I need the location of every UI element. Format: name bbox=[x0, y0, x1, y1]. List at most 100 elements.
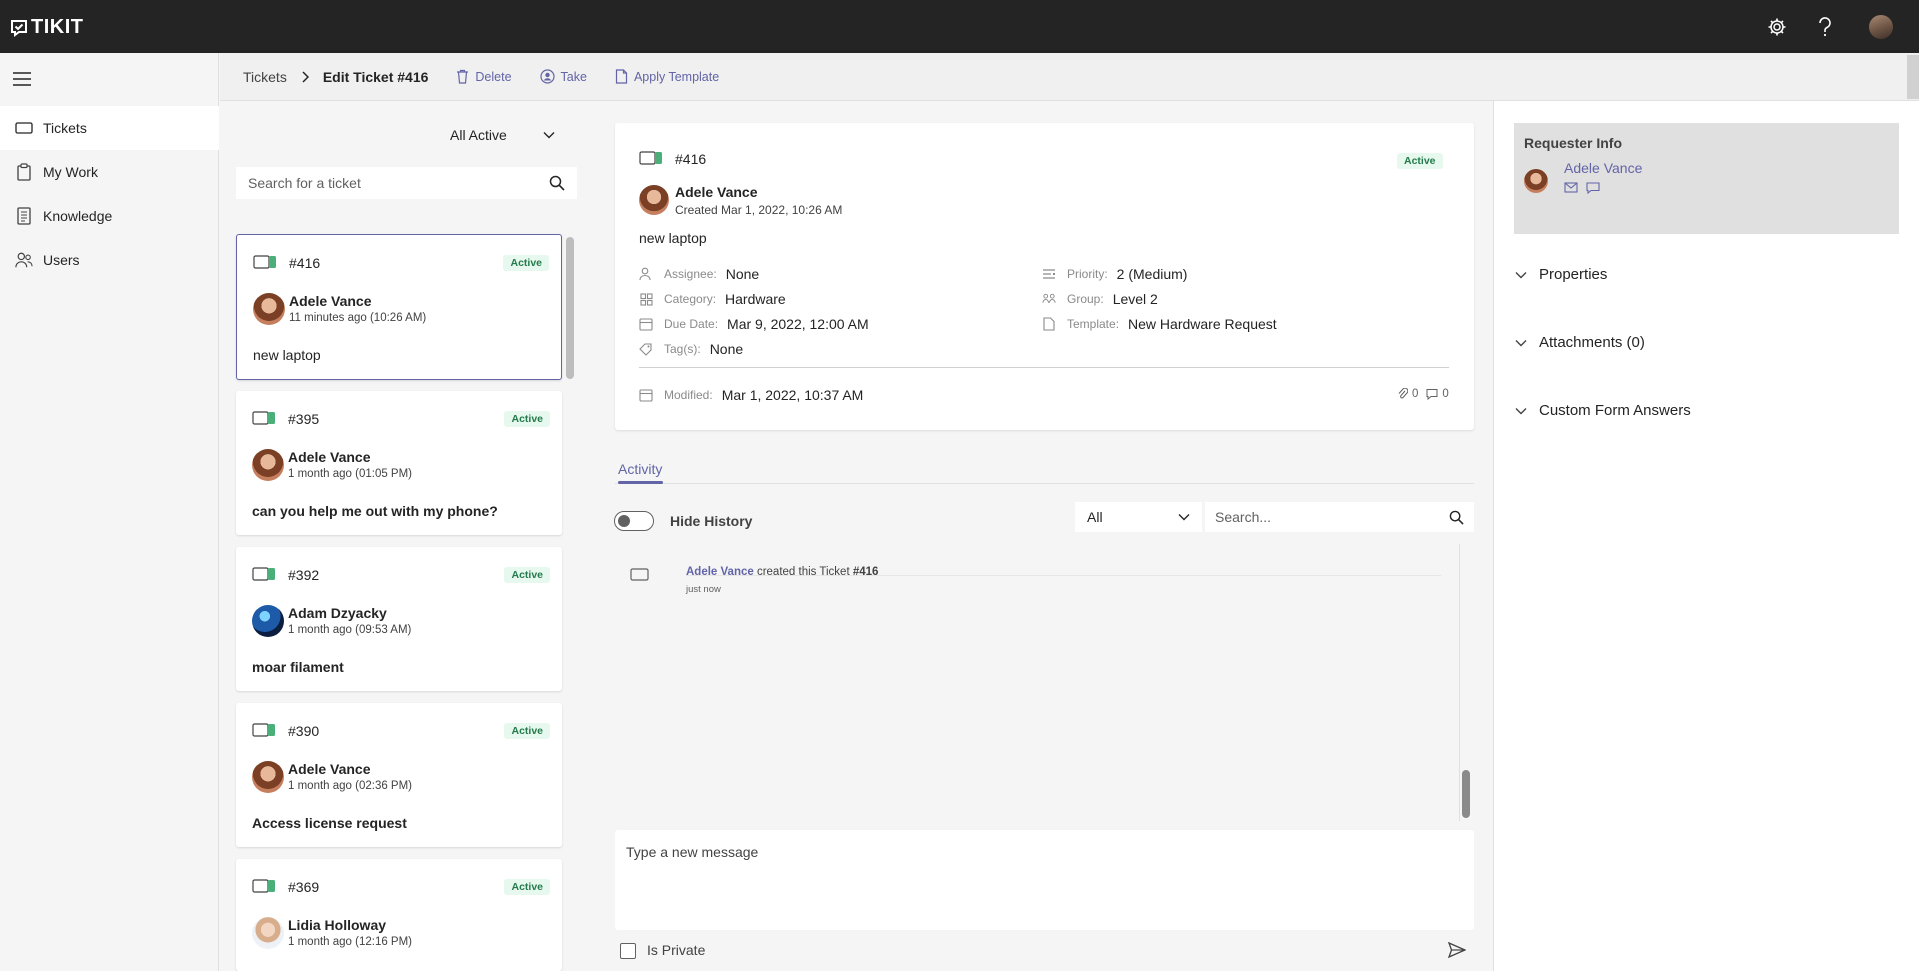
category-label: Category: bbox=[664, 292, 717, 306]
clipboard-icon bbox=[15, 163, 33, 181]
nav-item-tickets[interactable]: Tickets bbox=[0, 106, 219, 150]
nav-item-label: Knowledge bbox=[43, 208, 113, 224]
attachments-count: 0 bbox=[1412, 388, 1419, 400]
take-button[interactable]: Take bbox=[539, 69, 587, 84]
activity-filter-dropdown[interactable]: All bbox=[1075, 502, 1202, 532]
status-badge: Active bbox=[503, 255, 549, 271]
requester-name: Adele Vance bbox=[288, 761, 371, 777]
search-icon[interactable] bbox=[549, 175, 565, 191]
breadcrumb-tickets[interactable]: Tickets bbox=[243, 69, 287, 85]
avatar bbox=[252, 449, 284, 481]
delete-button[interactable]: Delete bbox=[456, 69, 512, 84]
assignee-value: None bbox=[725, 266, 760, 282]
ticket-search-input[interactable]: Search for a ticket bbox=[236, 167, 577, 199]
requester-info-title: Requester Info bbox=[1524, 135, 1623, 151]
status-badge[interactable]: Active bbox=[1397, 153, 1443, 169]
status-badge: Active bbox=[504, 411, 550, 427]
chevron-down-icon bbox=[543, 132, 555, 139]
delete-label: Delete bbox=[475, 69, 512, 84]
hide-history-toggle[interactable] bbox=[614, 511, 654, 531]
activity-search-input[interactable]: Search... bbox=[1205, 502, 1474, 532]
ticket-card[interactable]: #416 Active Adele Vance 11 minutes ago (… bbox=[236, 234, 562, 380]
nav-item-knowledge[interactable]: Knowledge bbox=[0, 194, 219, 238]
ticket-title[interactable]: new laptop bbox=[639, 230, 707, 246]
tags-field[interactable]: Tag(s): None bbox=[639, 341, 743, 357]
chevron-down-icon bbox=[1515, 339, 1527, 346]
toggle-knob bbox=[618, 515, 630, 527]
section-label: Attachments (0) bbox=[1539, 334, 1645, 351]
trash-icon bbox=[457, 69, 469, 84]
avatar bbox=[252, 917, 284, 949]
requester-info-card: Requester Info Adele Vance bbox=[1514, 123, 1899, 234]
ticket-card[interactable]: #392 Active Adam Dzyacky 1 month ago (09… bbox=[236, 547, 562, 691]
logo-icon bbox=[11, 19, 27, 37]
category-field[interactable]: Category: Hardware bbox=[639, 291, 786, 307]
tab-activity[interactable]: Activity bbox=[618, 461, 662, 477]
search-icon[interactable] bbox=[1449, 510, 1464, 525]
group-icon bbox=[1042, 292, 1056, 306]
ticket-id: #395 bbox=[288, 411, 320, 427]
group-field[interactable]: Group: Level 2 bbox=[1042, 291, 1158, 307]
ticket-title: moar filament bbox=[252, 659, 344, 675]
help-icon[interactable] bbox=[1812, 14, 1838, 40]
template-field[interactable]: Template: New Hardware Request bbox=[1042, 316, 1277, 332]
ticket-card[interactable]: #390 Active Adele Vance 1 month ago (02:… bbox=[236, 703, 562, 847]
activity-action: created this Ticket bbox=[753, 566, 853, 578]
top-bar: TIKIT bbox=[0, 0, 1919, 53]
scrollbar[interactable] bbox=[1907, 55, 1919, 99]
hamburger-menu-icon[interactable] bbox=[12, 71, 32, 87]
priority-field[interactable]: Priority: 2 (Medium) bbox=[1042, 266, 1187, 282]
avatar bbox=[252, 605, 284, 637]
ticket-filter-dropdown[interactable]: All Active bbox=[450, 127, 555, 143]
ticket-card[interactable]: #369 Active Lidia Holloway 1 month ago (… bbox=[236, 859, 562, 971]
apply-template-button[interactable]: Apply Template bbox=[615, 69, 719, 84]
activity-user-link[interactable]: Adele Vance bbox=[686, 566, 754, 578]
priority-label: Priority: bbox=[1067, 267, 1108, 281]
app-logo[interactable]: TIKIT bbox=[10, 16, 84, 39]
ticket-list-scrollbar[interactable] bbox=[566, 237, 574, 379]
person-circle-icon bbox=[539, 69, 555, 84]
properties-section-toggle[interactable]: Properties bbox=[1515, 266, 1607, 283]
nav-item-my-work[interactable]: My Work bbox=[0, 150, 219, 194]
ticket-counts: 0 0 bbox=[1398, 388, 1449, 400]
requester-name: Adele Vance bbox=[289, 293, 372, 309]
activity-feed bbox=[615, 544, 1460, 821]
message-input[interactable]: Type a new message bbox=[615, 830, 1474, 930]
group-label: Group: bbox=[1067, 292, 1104, 306]
ticket-status-icon bbox=[252, 879, 276, 893]
is-private-label: Is Private bbox=[647, 942, 706, 958]
assignee-field[interactable]: Assignee: None bbox=[639, 266, 759, 282]
created-date: Created Mar 1, 2022, 10:26 AM bbox=[675, 203, 843, 217]
user-avatar[interactable] bbox=[1869, 15, 1893, 39]
ticket-list-panel: All Active Search for a ticket #416 Acti… bbox=[236, 101, 577, 971]
chevron-down-icon bbox=[1515, 271, 1527, 278]
activity-scrollbar[interactable] bbox=[1462, 770, 1470, 818]
due-date-field[interactable]: Due Date: Mar 9, 2022, 12:00 AM bbox=[639, 316, 869, 332]
activity-search-placeholder: Search... bbox=[1215, 509, 1272, 525]
ticket-card[interactable]: #395 Active Adele Vance 1 month ago (01:… bbox=[236, 391, 562, 535]
status-badge: Active bbox=[504, 879, 550, 895]
chevron-down-icon bbox=[1515, 407, 1527, 414]
mail-icon[interactable] bbox=[1564, 182, 1578, 193]
attachments-section-toggle[interactable]: Attachments (0) bbox=[1515, 334, 1645, 351]
due-date-label: Due Date: bbox=[664, 317, 719, 331]
ticket-icon bbox=[630, 568, 649, 581]
settings-icon[interactable] bbox=[1764, 14, 1790, 40]
activity-filter-value: All bbox=[1087, 509, 1103, 525]
ticket-time: 1 month ago (12:16 PM) bbox=[288, 936, 413, 948]
ticket-details-card: #416 Active Adele Vance Created Mar 1, 2… bbox=[615, 123, 1474, 430]
chat-icon[interactable] bbox=[1586, 182, 1600, 194]
people-icon bbox=[15, 251, 33, 269]
nav-item-users[interactable]: Users bbox=[0, 238, 219, 282]
tag-icon bbox=[639, 342, 653, 356]
section-label: Properties bbox=[1539, 266, 1608, 283]
custom-form-answers-section-toggle[interactable]: Custom Form Answers bbox=[1515, 402, 1691, 419]
is-private-checkbox[interactable] bbox=[620, 943, 636, 959]
send-icon[interactable] bbox=[1448, 942, 1466, 958]
activity-time: just now bbox=[686, 584, 721, 595]
tags-value: None bbox=[709, 341, 744, 357]
ticket-status-icon bbox=[639, 151, 663, 165]
priority-icon bbox=[1042, 267, 1056, 281]
requester-name: Adele Vance bbox=[288, 449, 371, 465]
requester-name-link[interactable]: Adele Vance bbox=[1564, 160, 1642, 176]
